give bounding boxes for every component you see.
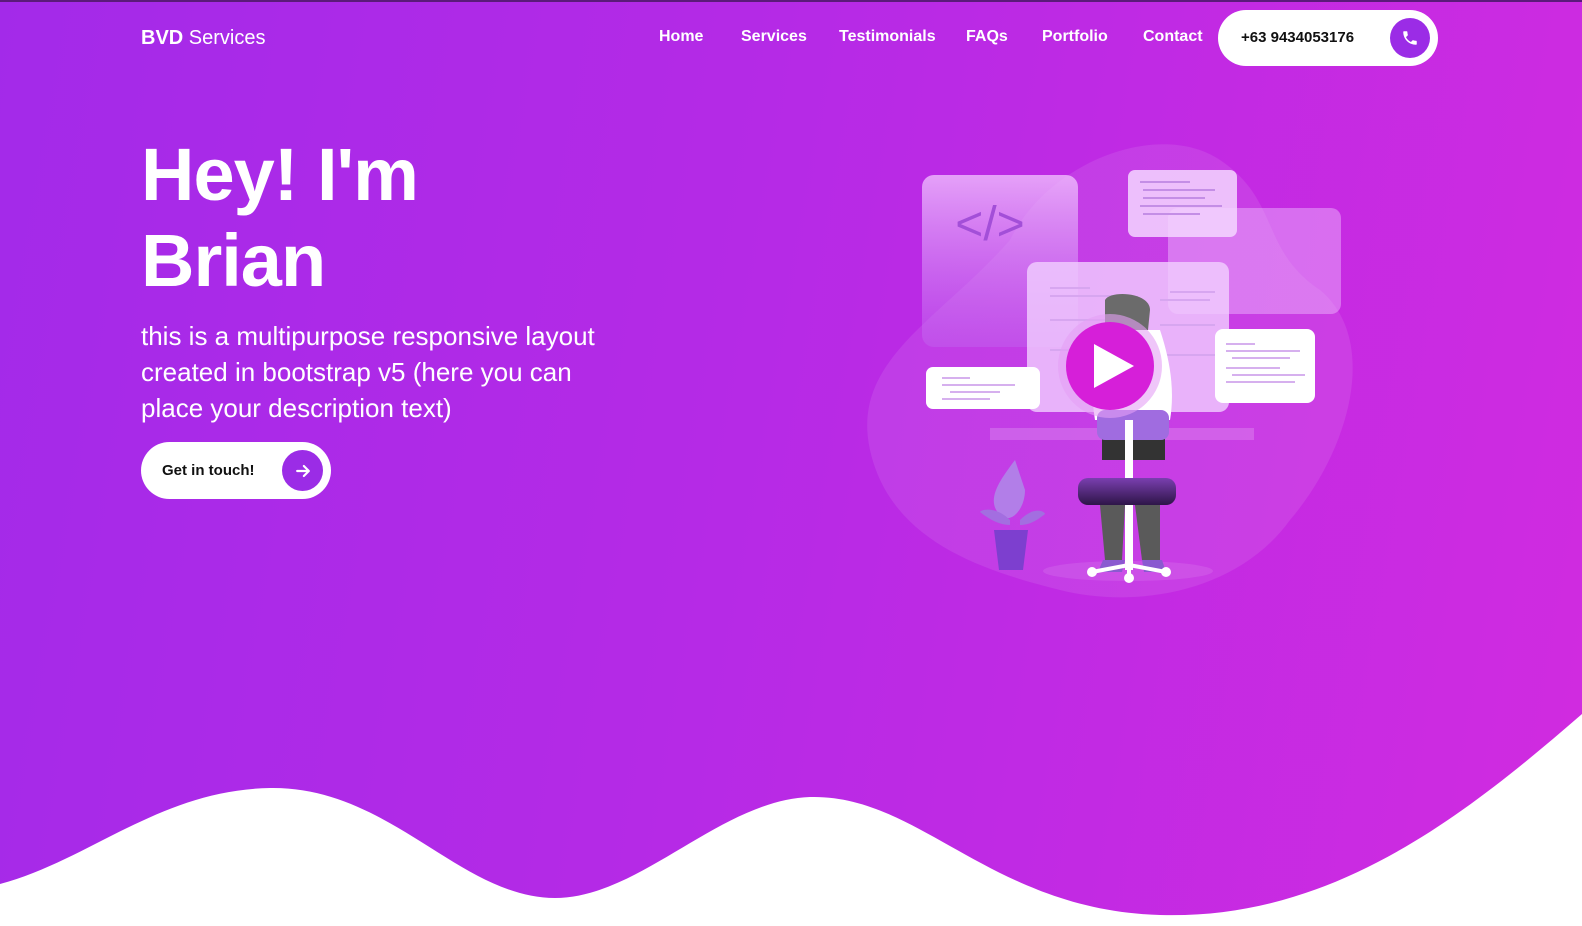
arrow-right-icon [282,450,323,491]
left-text-card [926,367,1040,409]
top-text-card [1128,170,1237,237]
nav-item-home[interactable]: Home [659,28,703,46]
brand-rest: Services [188,27,266,49]
brand-bold: BVD [141,27,184,49]
get-in-touch-button[interactable]: Get in touch! [141,442,331,499]
hero-description: this is a multipurpose responsive layout… [141,321,595,423]
nav-item-contact[interactable]: Contact [1143,28,1203,46]
nav-item-faqs[interactable]: FAQs [966,28,1008,46]
cta-label: Get in touch! [162,462,255,479]
phone-number: +63 9434053176 [1241,29,1355,46]
bottom-wave [0,714,1582,926]
navbar: BVD Services Home Services Testimonials … [0,0,1582,76]
brand-logo[interactable]: BVD Services [141,27,266,50]
nav-item-portfolio[interactable]: Portfolio [1042,28,1108,46]
hero-title-line1: Hey! I'm [141,133,419,216]
code-symbol: </> [955,198,1024,251]
hero-title: Hey! I'm Brian [141,132,419,304]
nav-item-testimonials[interactable]: Testimonials [839,28,936,46]
nav-item-services[interactable]: Services [741,28,807,46]
play-button[interactable] [1058,314,1162,418]
phone-icon [1390,18,1430,58]
hero-title-line2: Brian [141,219,326,302]
phone-button[interactable]: +63 9434053176 [1218,10,1438,66]
hero-illustration: </> [867,144,1353,598]
right-text-card [1215,329,1315,403]
